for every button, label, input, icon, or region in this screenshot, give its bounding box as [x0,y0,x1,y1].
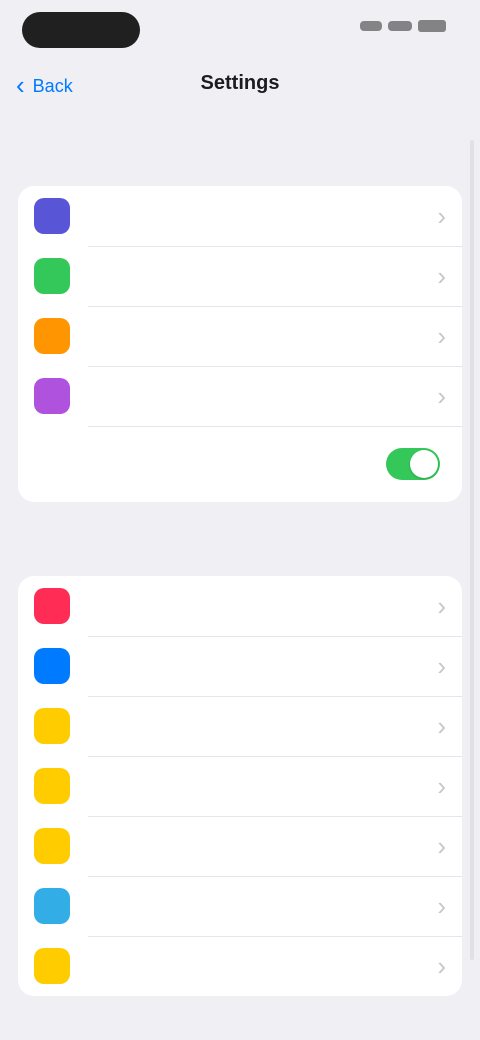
settings-row-2[interactable]: › [18,246,462,306]
settings-row-8[interactable]: › [18,756,462,816]
chevron-right-icon: › [437,771,446,801]
settings-row-9[interactable]: › [18,816,462,876]
settings-row-1[interactable]: › [18,186,462,246]
settings-row-7[interactable]: › [18,696,462,756]
signal-icon [360,21,382,31]
chevron-right-icon: › [437,831,446,861]
settings-row-4[interactable]: › [18,366,462,426]
toggle-switch[interactable] [386,448,440,480]
chevron-right-icon: › [437,891,446,921]
settings-row-11[interactable]: › [18,936,462,996]
scrollbar[interactable] [470,140,474,960]
toggle-knob [410,450,438,478]
chevron-right-icon: › [437,201,446,231]
chevron-right-icon: › [437,321,446,351]
app-icon [34,378,70,414]
chevron-right-icon: › [437,951,446,981]
status-icons [358,18,446,34]
chevron-right-icon: › [437,591,446,621]
settings-row-3[interactable]: › [18,306,462,366]
app-icon [34,588,70,624]
app-icon [34,318,70,354]
settings-row-6[interactable]: › [18,636,462,696]
app-icon [34,888,70,924]
chevron-right-icon: › [437,381,446,411]
settings-row-5[interactable]: › [18,576,462,636]
chevron-right-icon: › [437,261,446,291]
toggle-row[interactable] [18,426,462,502]
dynamic-island [22,12,140,48]
settings-row-10[interactable]: › [18,876,462,936]
app-icon [34,258,70,294]
app-icon [34,828,70,864]
settings-card-1: › › › › [18,186,462,502]
app-icon [34,708,70,744]
chevron-right-icon: › [437,651,446,681]
settings-card-2: › › › › › › › [18,576,462,996]
chevron-right-icon: › [437,711,446,741]
navigation-bar: ‹ Back Settings [0,62,480,122]
wifi-icon [388,21,412,31]
app-icon [34,648,70,684]
app-icon [34,948,70,984]
status-bar [0,0,480,62]
app-icon [34,198,70,234]
page-title: Settings [200,72,280,94]
battery-icon [418,20,446,32]
app-icon [34,768,70,804]
